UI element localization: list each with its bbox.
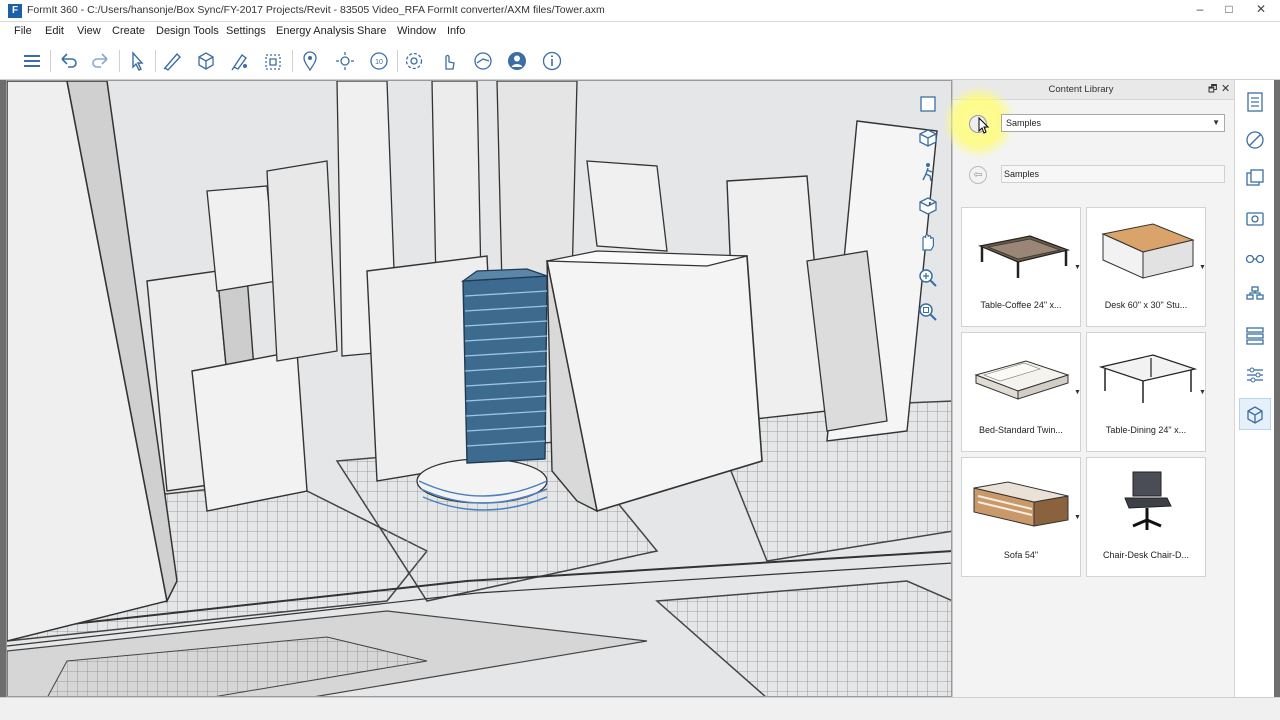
- zoom-extents-icon[interactable]: [914, 298, 942, 326]
- source-dropdown-value: Samples: [1006, 118, 1042, 128]
- card-menu-caret[interactable]: ▼: [1074, 264, 1081, 271]
- menu-view[interactable]: View: [77, 25, 101, 37]
- sofa-thumbnail: [973, 481, 1069, 527]
- toolbar-separator: [397, 50, 398, 72]
- layers-icon[interactable]: [20, 49, 44, 73]
- menu-design-tools[interactable]: Design Tools: [156, 25, 219, 37]
- materials-icon[interactable]: [1243, 128, 1267, 152]
- window-title: FormIt 360 - C:/Users/hansonje/Box Sync/…: [27, 4, 605, 16]
- properties-icon[interactable]: [1243, 90, 1267, 114]
- pin-icon[interactable]: 🗗: [1208, 82, 1217, 99]
- content-library-icon[interactable]: [1243, 402, 1267, 426]
- settings-icon[interactable]: [402, 49, 426, 73]
- menu-window[interactable]: Window: [397, 25, 436, 37]
- title-bar: F FormIt 360 - C:/Users/hansonje/Box Syn…: [0, 0, 1280, 22]
- touch-icon[interactable]: [437, 49, 461, 73]
- library-item-label: Table-Coffee 24" x...: [980, 300, 1062, 310]
- groups-icon[interactable]: [1243, 284, 1267, 308]
- close-panel-icon[interactable]: ✕: [1221, 82, 1230, 95]
- library-item-table-coffee[interactable]: ▼ Table-Coffee 24" x...: [961, 207, 1081, 327]
- menu-settings[interactable]: Settings: [226, 25, 266, 37]
- library-item-label: Sofa 54": [1003, 550, 1039, 560]
- toolbar-separator: [119, 50, 120, 72]
- table-coffee-thumbnail: [977, 235, 1071, 278]
- path-back-icon[interactable]: ⇦: [969, 166, 987, 184]
- walk-icon[interactable]: [914, 158, 942, 186]
- menu-bar: File Edit View Create Design Tools Setti…: [0, 22, 1280, 42]
- group-icon[interactable]: [262, 49, 286, 73]
- paint-icon[interactable]: [228, 49, 252, 73]
- menu-file[interactable]: File: [14, 25, 32, 37]
- card-menu-caret[interactable]: ▼: [1074, 514, 1081, 521]
- library-item-label: Bed-Standard Twin...: [979, 425, 1063, 435]
- menu-edit[interactable]: Edit: [45, 25, 64, 37]
- view-cube-icon[interactable]: [914, 124, 942, 152]
- undo-icon[interactable]: [56, 49, 80, 73]
- visual-styles-icon[interactable]: [1243, 245, 1267, 269]
- sun-icon[interactable]: [333, 49, 357, 73]
- orbit-icon[interactable]: [914, 192, 942, 220]
- library-item-desk[interactable]: ▼ Desk 60" x 30" Stu...: [1086, 207, 1206, 327]
- bed-thumbnail: [974, 360, 1070, 400]
- info-icon[interactable]: [540, 49, 564, 73]
- chevron-down-icon: ▼: [1212, 118, 1220, 127]
- content-library-panel: Content Library 🗗 ✕ Samples ▼ ⇦ Samples …: [943, 80, 1235, 697]
- right-panel-tabs: [1234, 80, 1274, 697]
- library-item-label: Chair-Desk Chair-D...: [1102, 550, 1189, 560]
- library-path-field: Samples: [1001, 165, 1225, 183]
- library-item-label: Table-Dining 24" x...: [1105, 425, 1187, 435]
- zoom-icon[interactable]: [914, 264, 942, 292]
- maximize-button[interactable]: □: [1214, 0, 1244, 20]
- svg-text:10: 10: [375, 59, 383, 66]
- levels-icon[interactable]: [1243, 324, 1267, 348]
- desk-chair-thumbnail: [1124, 471, 1172, 530]
- status-bar: [0, 697, 1280, 720]
- share-icon[interactable]: [471, 49, 495, 73]
- redo-icon[interactable]: [89, 49, 113, 73]
- card-menu-caret[interactable]: ▼: [1199, 264, 1206, 271]
- close-button[interactable]: ✕: [1244, 0, 1278, 20]
- toolbar-separator: [292, 50, 293, 72]
- level-icon[interactable]: 10: [367, 49, 391, 73]
- filters-icon[interactable]: [1243, 363, 1267, 387]
- card-menu-caret[interactable]: ▼: [1074, 389, 1081, 396]
- select-icon[interactable]: [125, 49, 149, 73]
- user-icon[interactable]: [505, 49, 529, 73]
- library-item-sofa[interactable]: ▼ Sofa 54": [961, 457, 1081, 577]
- sketch-icon[interactable]: [160, 49, 184, 73]
- library-item-table-dining[interactable]: ▼ Table-Dining 24" x...: [1086, 332, 1206, 452]
- card-menu-caret[interactable]: ▼: [1199, 389, 1206, 396]
- view-navigation-bar: [910, 86, 946, 330]
- main-toolbar: 10: [0, 42, 1280, 80]
- menu-create[interactable]: Create: [112, 25, 145, 37]
- menu-share[interactable]: Share: [357, 25, 386, 37]
- library-item-label: Desk 60" x 30" Stu...: [1104, 300, 1188, 310]
- library-item-bed-twin[interactable]: ▼ Bed-Standard Twin...: [961, 332, 1081, 452]
- menu-energy-analysis[interactable]: Energy Analysis: [276, 25, 354, 37]
- toolbar-separator: [50, 50, 51, 72]
- scenes-camera-icon[interactable]: [1243, 206, 1267, 230]
- layers-panel-icon[interactable]: [1243, 167, 1267, 191]
- add-solid-icon[interactable]: [194, 49, 218, 73]
- library-item-chair-desk[interactable]: Chair-Desk Chair-D...: [1086, 457, 1206, 577]
- app-logo: F: [8, 4, 22, 18]
- source-dropdown[interactable]: Samples ▼: [1001, 114, 1225, 132]
- menu-info[interactable]: Info: [447, 25, 465, 37]
- location-icon[interactable]: [298, 49, 322, 73]
- city-model-scene: [7, 81, 951, 696]
- view-frame-icon[interactable]: [914, 90, 942, 118]
- minimize-button[interactable]: –: [1185, 0, 1215, 20]
- pan-hand-icon[interactable]: [914, 228, 942, 256]
- desk-thumbnail: [1101, 223, 1195, 279]
- toolbar-separator: [155, 50, 156, 72]
- table-dining-thumbnail: [1098, 354, 1198, 403]
- mouse-cursor-icon: [978, 117, 990, 134]
- 3d-viewport[interactable]: [6, 80, 952, 697]
